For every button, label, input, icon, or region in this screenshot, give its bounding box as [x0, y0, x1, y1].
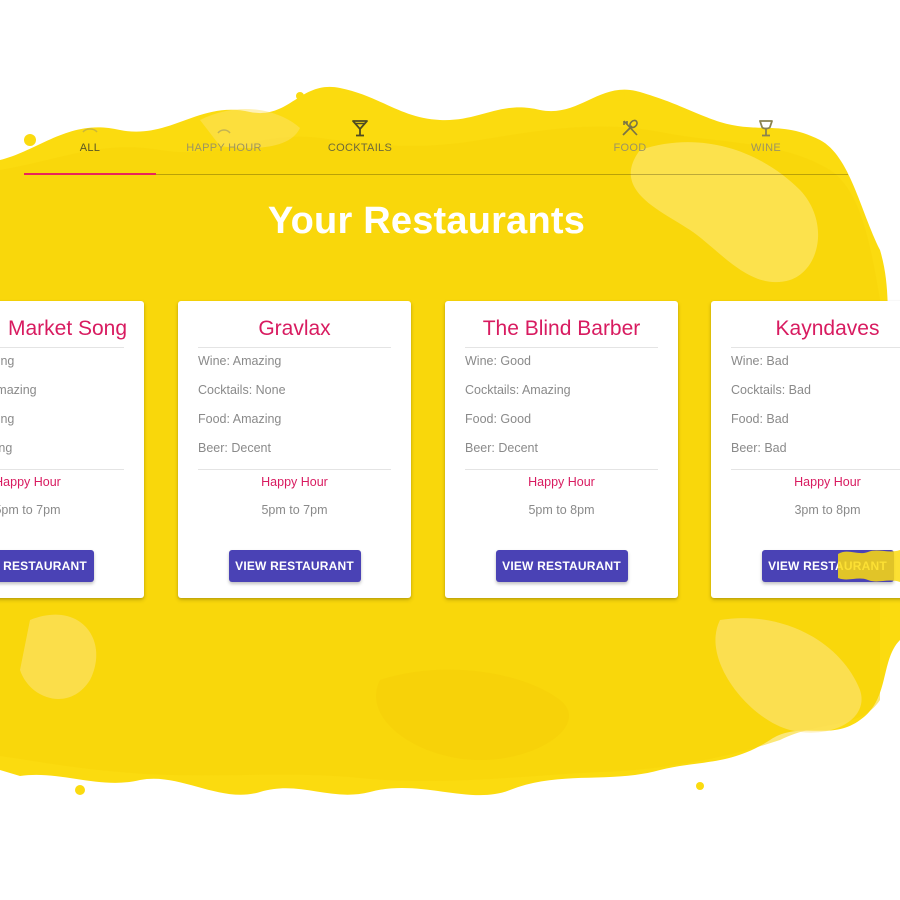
happy-hour-time: 5pm to 8pm — [528, 503, 595, 517]
divider — [465, 469, 658, 470]
tab-label: HAPPY HOUR — [186, 142, 262, 154]
food-rating: Food: Amazing — [0, 412, 15, 426]
cocktails-rating: Cocktails: Bad — [731, 383, 811, 397]
restaurant-name: Gravlax — [258, 317, 331, 340]
restaurant-name: Kayndaves — [775, 317, 880, 340]
beer-rating: Beer: Decent — [198, 441, 271, 455]
food-rating: Food: Bad — [731, 412, 789, 426]
cocktails-rating: Cocktails: Amazing — [465, 383, 571, 397]
wine-rating: Wine: Bad — [731, 354, 789, 368]
happy-hour-time: 3pm to 8pm — [794, 503, 861, 517]
wine-rating: Wine: Amazing — [0, 354, 15, 368]
wine-glass-icon — [759, 120, 773, 137]
happy-hour-label: Happy Hour — [794, 475, 861, 489]
view-restaurant-button[interactable]: VIEW RESTAURANT — [0, 550, 94, 582]
divider — [731, 469, 900, 470]
restaurant-card: The Blind Barber Wine: Good Cocktails: A… — [445, 301, 678, 598]
food-rating: Food: Good — [465, 412, 532, 426]
restaurant-card: Gravlax Wine: Amazing Cocktails: None Fo… — [178, 301, 411, 598]
restaurant-card: Market Song Wine: Amazing Cocktails: Ama… — [0, 301, 144, 598]
tab-wine[interactable]: WINE — [700, 110, 832, 174]
paint-smear — [838, 550, 900, 582]
beer-rating: Beer: Bad — [731, 441, 787, 455]
divider — [0, 347, 124, 348]
cocktails-rating: Cocktails: Amazing — [0, 383, 37, 397]
page: ALL HAPPY HOUR COCKTAILS FOOD WINE Your … — [0, 0, 900, 900]
divider — [198, 469, 391, 470]
wine-rating: Wine: Amazing — [198, 354, 282, 368]
tab-all[interactable]: ALL — [24, 110, 156, 175]
happy-hour-label: Happy Hour — [261, 475, 328, 489]
happy-hour-time: 5pm to 7pm — [261, 503, 328, 517]
tab-label: ALL — [79, 142, 101, 154]
page-title: Your Restaurants — [267, 200, 586, 242]
all-icon — [82, 128, 98, 133]
restaurant-name: The Blind Barber — [482, 317, 641, 340]
utensils-icon — [622, 119, 638, 136]
category-tabs: ALL HAPPY HOUR COCKTAILS FOOD WINE — [24, 110, 848, 175]
happy-hour-time: 5pm to 7pm — [0, 503, 61, 517]
beer-rating: Beer: Amazing — [0, 441, 13, 455]
divider — [731, 347, 900, 348]
tab-food[interactable]: FOOD — [564, 110, 696, 174]
view-restaurant-button[interactable]: VIEW RESTAURANT — [495, 550, 628, 582]
clock-icon — [217, 129, 231, 134]
divider — [0, 469, 124, 470]
divider — [465, 347, 658, 348]
divider — [198, 347, 391, 348]
food-rating: Food: Amazing — [198, 412, 282, 426]
beer-rating: Beer: Decent — [465, 441, 538, 455]
active-tab-indicator — [24, 173, 156, 175]
restaurant-name: Market Song — [7, 317, 128, 340]
cocktails-rating: Cocktails: None — [198, 383, 286, 397]
tab-label: WINE — [751, 142, 781, 154]
happy-hour-label: Happy Hour — [528, 475, 595, 489]
cocktail-icon — [352, 120, 368, 137]
tab-happy-hour[interactable]: HAPPY HOUR — [158, 110, 290, 174]
view-restaurant-button[interactable]: VIEW RESTAURANT — [228, 550, 361, 582]
tab-label: FOOD — [613, 142, 647, 154]
wine-rating: Wine: Good — [465, 354, 532, 368]
tab-cocktails[interactable]: COCKTAILS — [294, 110, 426, 174]
happy-hour-label: Happy Hour — [0, 475, 61, 489]
tab-label: COCKTAILS — [327, 142, 393, 154]
